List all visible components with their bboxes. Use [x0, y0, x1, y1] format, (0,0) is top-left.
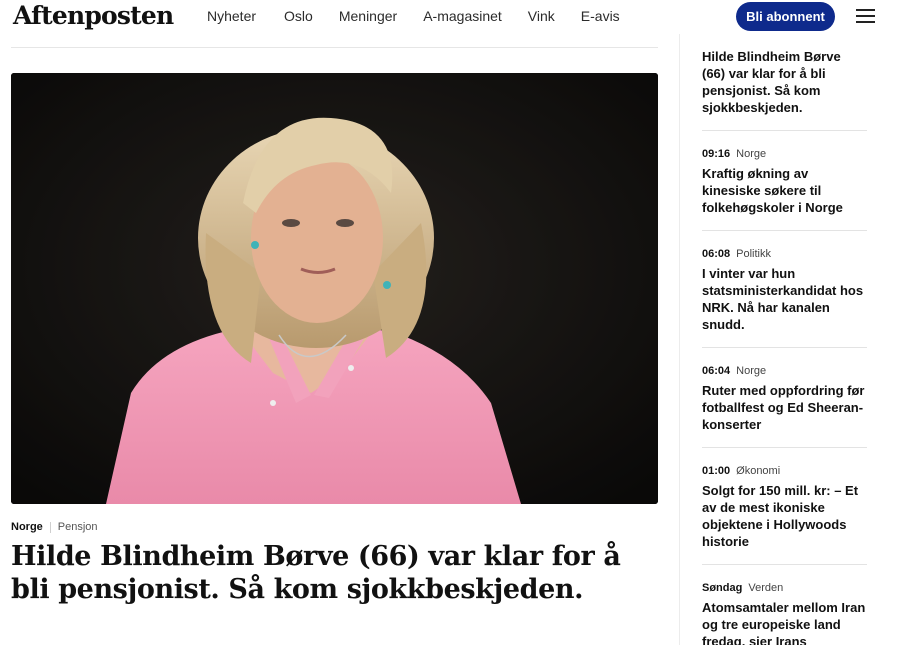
item-title[interactable]: I vinter var hun statsministerkandidat h… [702, 265, 867, 333]
nav-vink[interactable]: Vink [528, 7, 555, 25]
nav-meninger[interactable]: Meninger [339, 7, 397, 25]
item-title[interactable]: Atomsamtaler mellom Iran og tre europeis… [702, 599, 867, 645]
item-meta: 06:04 Norge [702, 364, 867, 378]
subsection-label[interactable]: Pensjon [58, 521, 98, 533]
item-title[interactable]: Solgt for 150 mill. kr: – Et av de mest … [702, 482, 867, 550]
article-hero-image[interactable] [11, 73, 658, 504]
latest-news-sidebar: Hilde Blindheim Børve (66) var klar for … [702, 48, 867, 645]
meta-separator [49, 521, 51, 533]
list-item[interactable]: 01:00 Økonomi Solgt for 150 mill. kr: – … [702, 447, 867, 550]
item-category: Politikk [736, 248, 771, 260]
subscribe-button[interactable]: Bli abonnent [736, 2, 835, 31]
site-header: Aftenposten Nyheter Oslo Meninger A-maga… [0, 0, 916, 34]
sidebar-first-title[interactable]: Hilde Blindheim Børve (66) var klar for … [702, 48, 867, 116]
item-category: Økonomi [736, 465, 781, 477]
item-category: Norge [736, 365, 767, 377]
article-meta: Norge Pensjon [11, 521, 98, 533]
divider [11, 47, 658, 48]
section-label[interactable]: Norge [11, 521, 43, 533]
list-item[interactable]: 09:16 Norge Kraftig økning av kinesiske … [702, 130, 867, 216]
nav-e-avis[interactable]: E-avis [581, 7, 620, 25]
column-divider [679, 34, 680, 645]
item-time: 09:16 [702, 148, 731, 160]
item-time: 01:00 [702, 465, 731, 477]
item-time: 06:08 [702, 248, 731, 260]
item-time: 06:04 [702, 365, 731, 377]
item-category: Verden [748, 582, 784, 594]
main-nav: Nyheter Oslo Meninger A-magasinet Vink E… [207, 7, 646, 25]
portrait-photo [11, 73, 658, 504]
item-meta: 01:00 Økonomi [702, 464, 867, 478]
item-meta: 09:16 Norge [702, 147, 867, 161]
nav-oslo[interactable]: Oslo [284, 7, 313, 25]
hamburger-menu-icon[interactable] [856, 9, 875, 23]
item-meta: 06:08 Politikk [702, 247, 867, 261]
item-meta: Søndag Verden [702, 581, 867, 595]
list-item[interactable]: Søndag Verden Atomsamtaler mellom Iran o… [702, 564, 867, 645]
list-item[interactable]: 06:08 Politikk I vinter var hun statsmin… [702, 230, 867, 333]
site-logo[interactable]: Aftenposten [13, 0, 174, 32]
item-title[interactable]: Kraftig økning av kinesiske søkere til f… [702, 165, 867, 216]
list-item[interactable]: 06:04 Norge Ruter med oppfordring før fo… [702, 347, 867, 433]
nav-nyheter[interactable]: Nyheter [207, 7, 256, 25]
item-title[interactable]: Ruter med oppfordring før fotballfest og… [702, 382, 867, 433]
article-headline[interactable]: Hilde Blindheim Børve (66) var klar for … [11, 540, 651, 606]
item-time: Søndag [702, 582, 743, 594]
item-category: Norge [736, 148, 767, 160]
nav-a-magasinet[interactable]: A-magasinet [423, 7, 502, 25]
